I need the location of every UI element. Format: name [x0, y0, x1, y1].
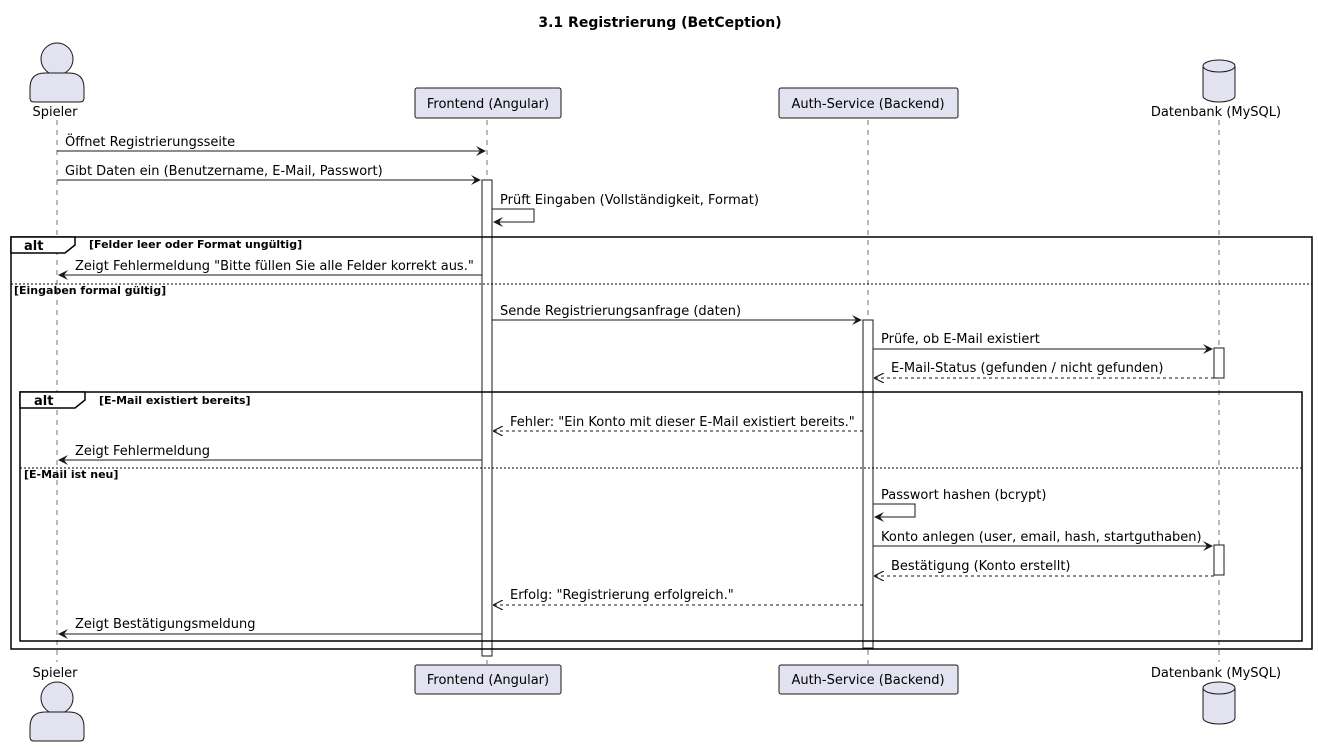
message-arrow-10 [873, 503, 916, 522]
activation-frontend [481, 179, 493, 657]
participant-auth-top: Auth-Service (Backend) [778, 87, 959, 119]
message-label-11: Konto anlegen (user, email, hash, startg… [881, 530, 1202, 545]
participant-frontend-top: Frontend (Angular) [414, 87, 562, 119]
message-label-3: Prüft Eingaben (Vollständigkeit, Format) [500, 193, 759, 208]
message-arrow-3 [492, 208, 535, 227]
message-label-14: Zeigt Bestätigungsmeldung [75, 617, 255, 632]
message-label-5: Sende Registrierungsanfrage (daten) [500, 304, 741, 319]
message-label-1: Öffnet Registrierungsseite [65, 133, 235, 150]
message-label-13: Erfolg: "Registrierung erfolgreich." [510, 588, 734, 603]
message-label-12: Bestätigung (Konto erstellt) [891, 559, 1071, 574]
participant-label-db-bottom: Datenbank (MySQL) [1151, 666, 1281, 681]
message-label-2: Gibt Daten ein (Benutzername, E-Mail, Pa… [65, 164, 383, 179]
message-label-7: E-Mail-Status (gefunden / nicht gefunden… [891, 361, 1163, 376]
diagram-title: 3.1 Registrierung (BetCeption) [538, 15, 781, 31]
message-label-6: Prüfe, ob E-Mail existiert [881, 332, 1040, 347]
database-icon [1202, 681, 1236, 725]
message-label-9: Zeigt Fehlermeldung [75, 444, 210, 459]
alt-operator-outer: alt [24, 239, 43, 254]
message-label-10: Passwort hashen (bcrypt) [881, 488, 1046, 503]
participant-label-spieler-bottom: Spieler [32, 666, 78, 681]
database-icon [1202, 59, 1236, 103]
participant-db-top: Datenbank (MySQL) [1151, 59, 1281, 120]
participant-spieler-bottom: Spieler [29, 666, 85, 742]
alt-guard-outer: [Felder leer oder Format ungültig] [89, 238, 302, 251]
actor-icon [29, 42, 85, 103]
message-label-4: Zeigt Fehlermeldung "Bitte füllen Sie al… [75, 259, 474, 274]
participant-label-frontend-top: Frontend (Angular) [427, 97, 549, 112]
participant-label-db-top: Datenbank (MySQL) [1151, 105, 1281, 120]
alt-else-guard-inner: [E-Mail ist neu] [24, 468, 118, 481]
alt-operator-inner: alt [34, 394, 53, 409]
participant-label-auth-bottom: Auth-Service (Backend) [791, 673, 944, 688]
participant-label-auth-top: Auth-Service (Backend) [791, 97, 944, 112]
alt-else-guard-outer: [Eingaben formal gültig] [14, 284, 166, 297]
message-labels: Öffnet Registrierungsseite Gibt Daten ei… [65, 133, 1202, 632]
participant-frontend-bottom: Frontend (Angular) [414, 664, 562, 695]
participant-db-bottom: Datenbank (MySQL) [1151, 666, 1281, 725]
participant-auth-bottom: Auth-Service (Backend) [778, 664, 959, 695]
actor-icon [29, 681, 85, 742]
participant-label-spieler-top: Spieler [32, 105, 78, 120]
sequence-diagram: 3.1 Registrierung (BetCeption) alt [Feld… [10, 15, 1313, 742]
participant-spieler-top: Spieler [29, 42, 85, 120]
participant-label-frontend-bottom: Frontend (Angular) [427, 673, 549, 688]
message-label-8: Fehler: "Ein Konto mit dieser E-Mail exi… [510, 415, 855, 430]
activation-db-1 [1213, 347, 1225, 379]
activation-auth [862, 319, 874, 649]
alt-guard-inner: [E-Mail existiert bereits] [99, 394, 251, 407]
activation-db-2 [1213, 544, 1225, 576]
